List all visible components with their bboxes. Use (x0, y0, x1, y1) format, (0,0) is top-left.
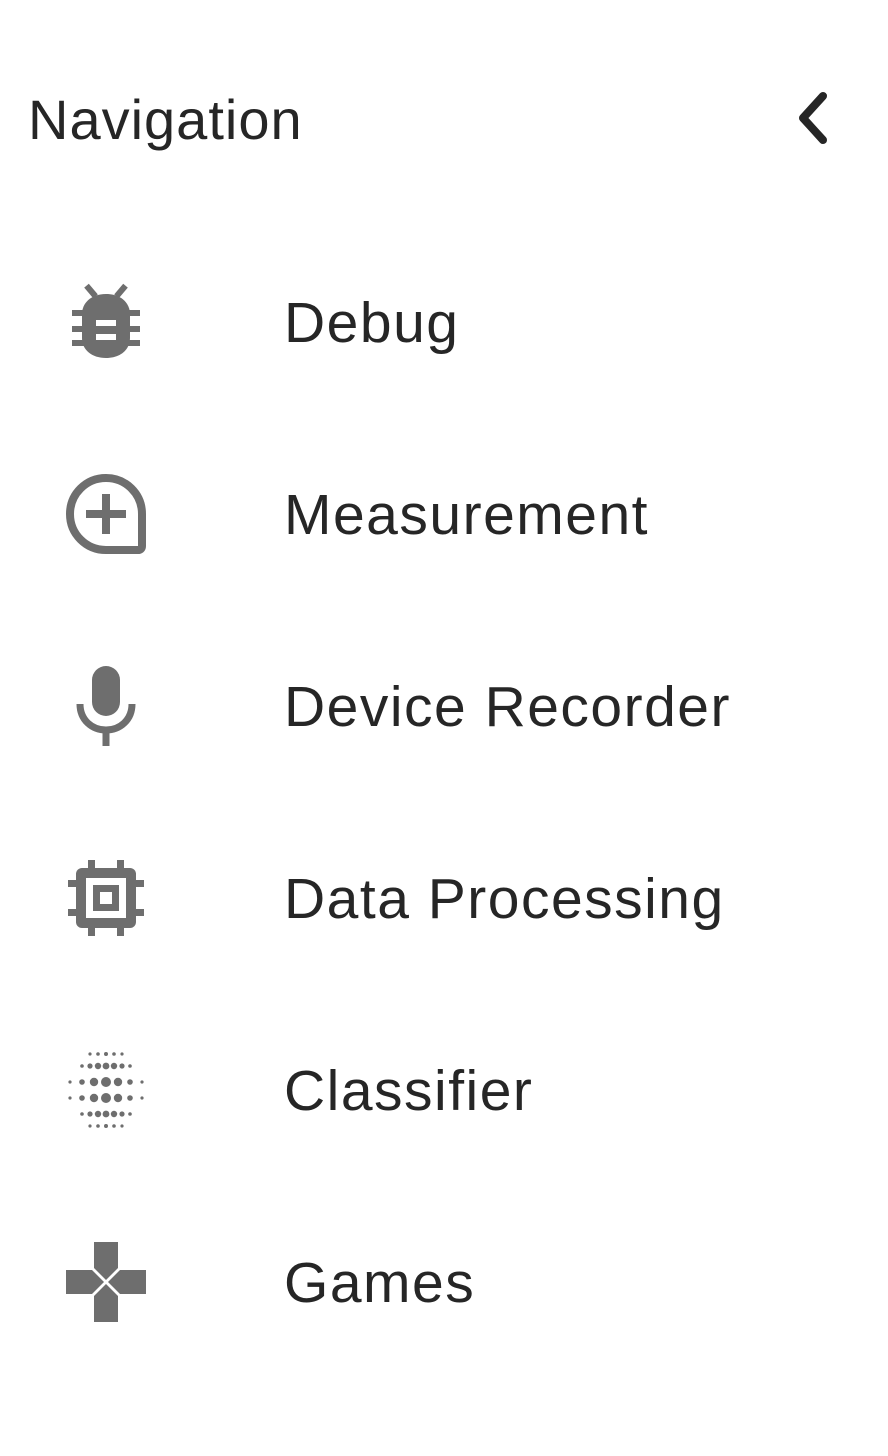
drawer-header: Navigation (0, 60, 888, 176)
nav-list: Debug Measurement Device Recorder Data P… (0, 226, 888, 1378)
nav-item-data-processing[interactable]: Data Processing (0, 802, 888, 994)
nav-item-debug[interactable]: Debug (0, 226, 888, 418)
add-circle-tag-icon (58, 466, 154, 562)
microphone-icon (58, 658, 154, 754)
nav-item-device-recorder[interactable]: Device Recorder (0, 610, 888, 802)
nav-item-label: Data Processing (284, 867, 725, 931)
nav-item-measurement[interactable]: Measurement (0, 418, 888, 610)
chip-icon (58, 850, 154, 946)
nav-item-label: Games (284, 1251, 476, 1315)
gamepad-icon (58, 1234, 154, 1330)
nav-item-classifier[interactable]: Classifier (0, 994, 888, 1186)
nav-item-label: Classifier (284, 1059, 534, 1123)
navigation-drawer: Navigation Debug Measurement Device Reco… (0, 0, 888, 1456)
nav-item-games[interactable]: Games (0, 1186, 888, 1378)
nav-item-label: Debug (284, 291, 460, 355)
bug-icon (58, 274, 154, 370)
drawer-title: Navigation (28, 88, 303, 151)
nav-item-label: Measurement (284, 483, 649, 547)
dot-grid-icon (58, 1042, 154, 1138)
nav-item-label: Device Recorder (284, 675, 731, 739)
chevron-left-icon (799, 92, 827, 144)
collapse-drawer-button[interactable] (778, 82, 850, 154)
